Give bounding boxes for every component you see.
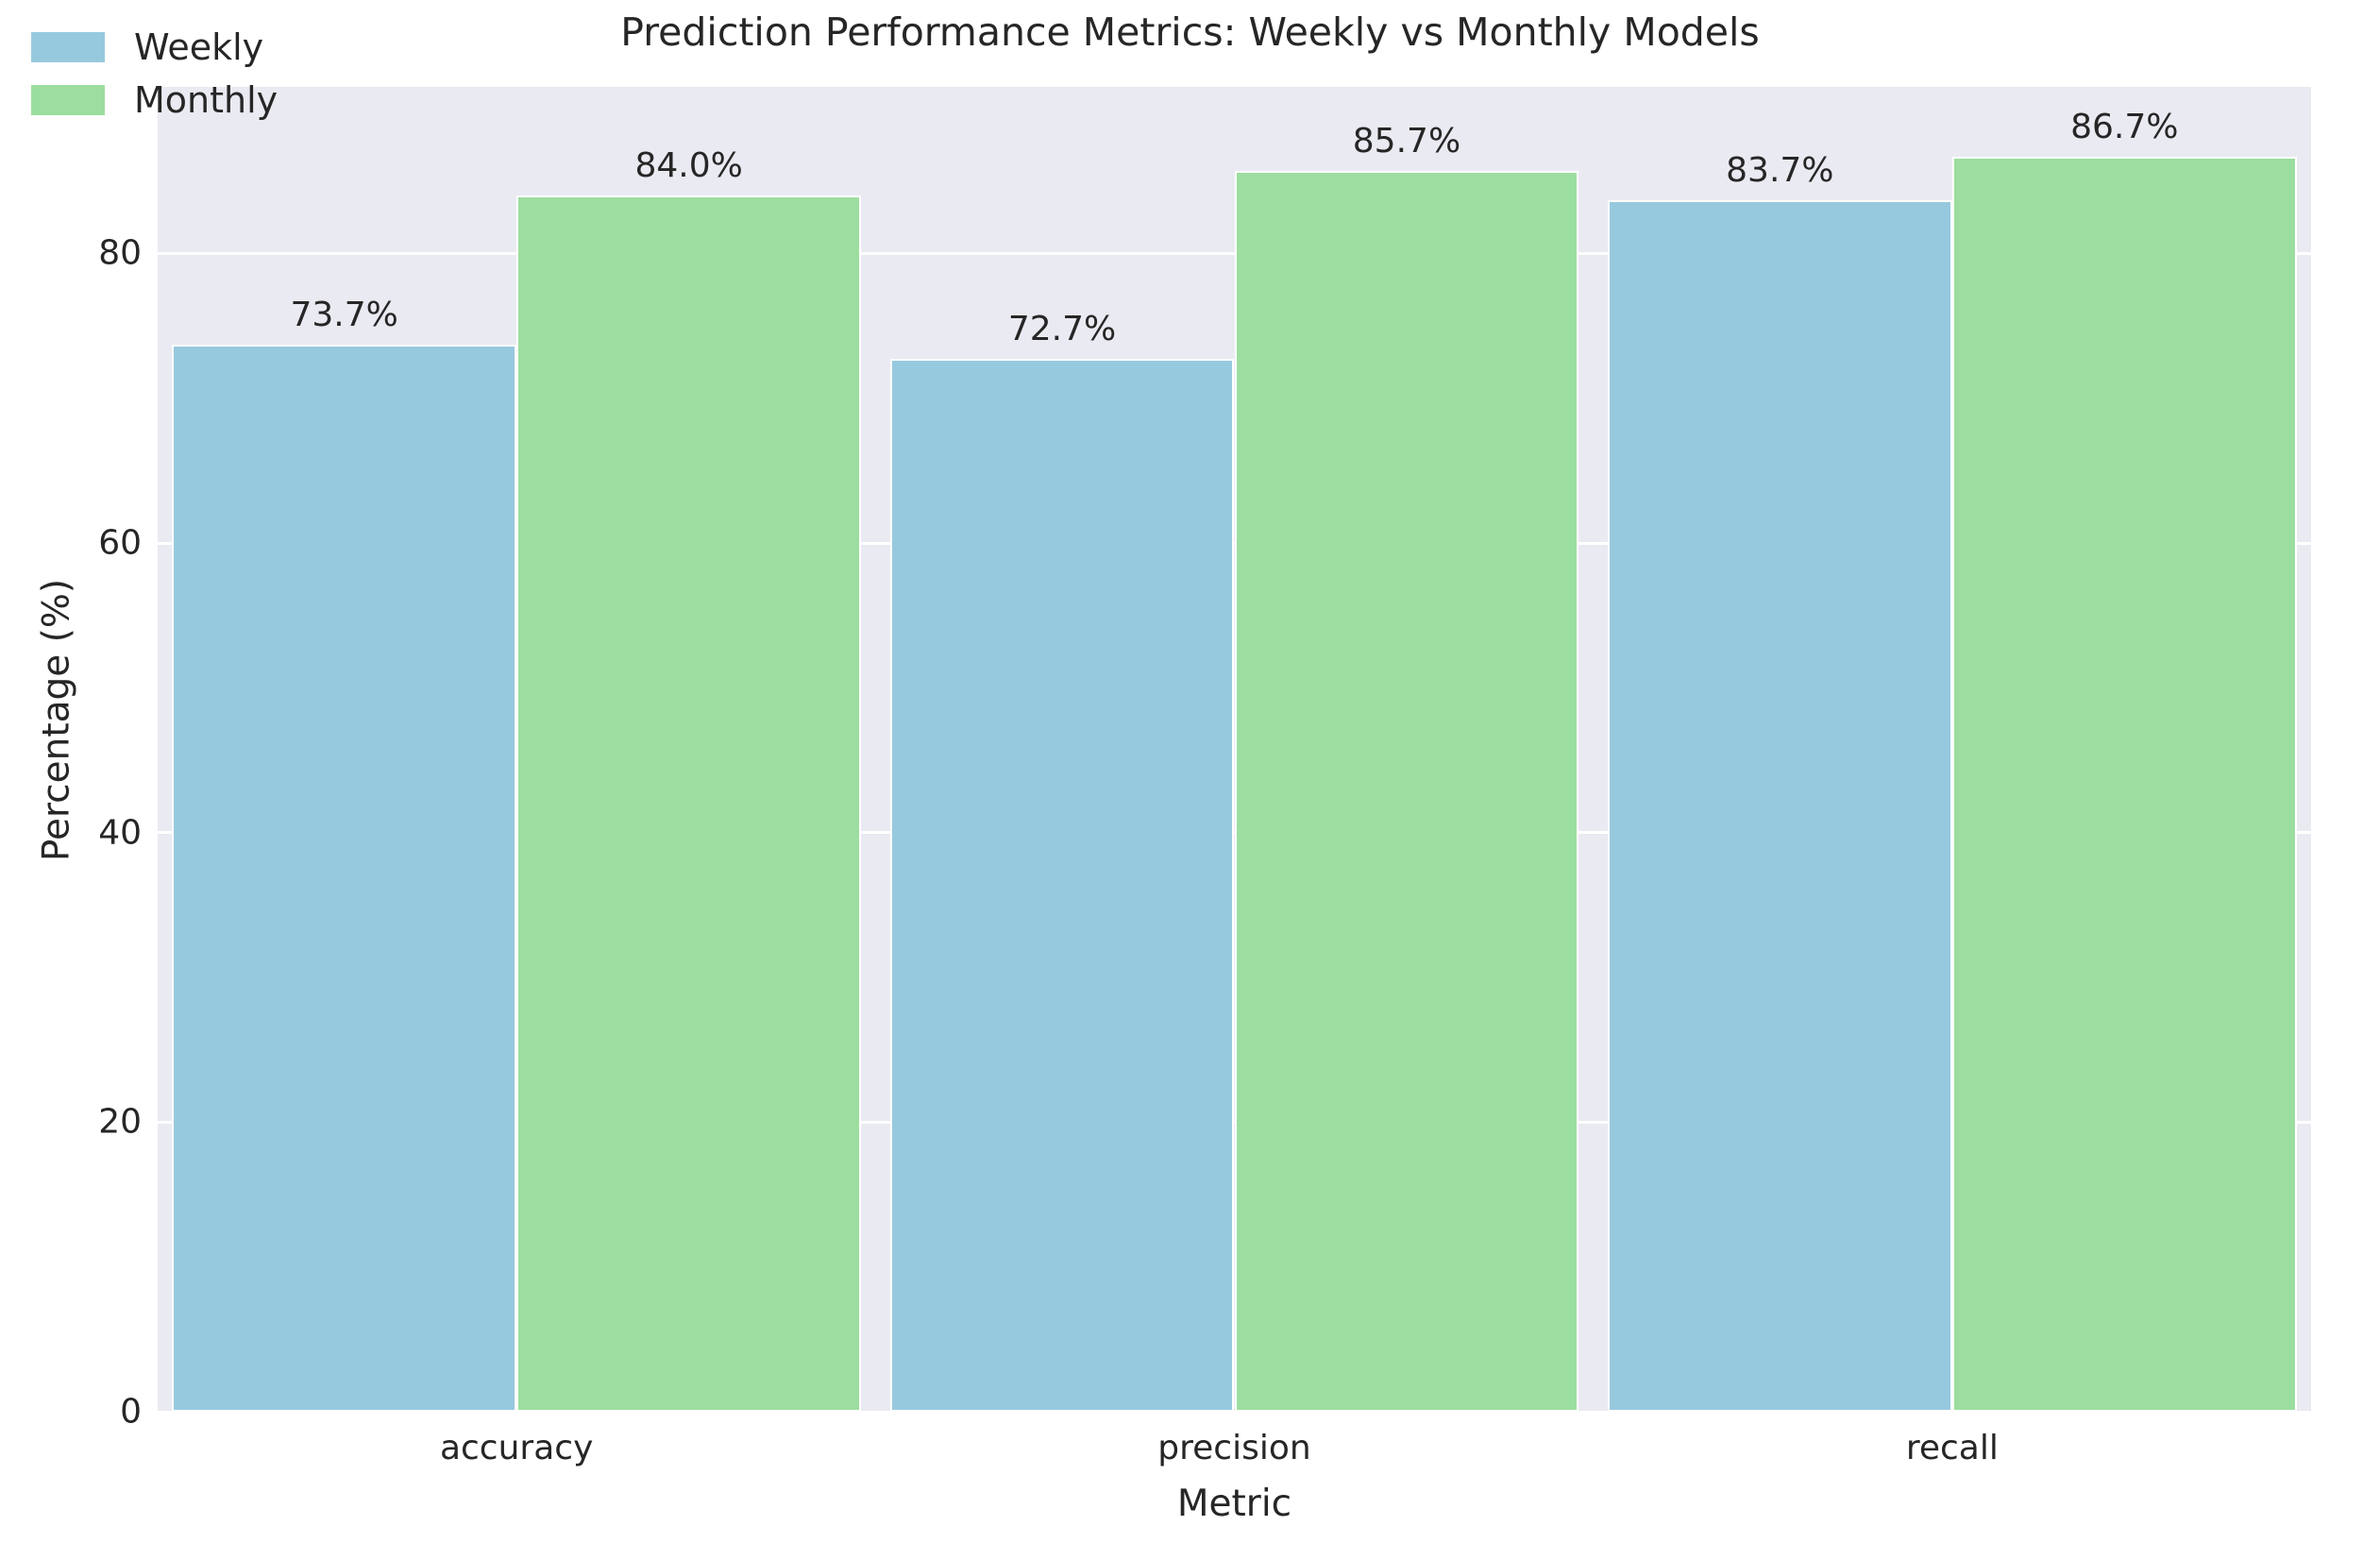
bar-value-label-precision-weekly: 72.7% bbox=[1007, 310, 1117, 349]
bar-precision-weekly bbox=[889, 359, 1235, 1412]
plot-inner bbox=[158, 87, 2311, 1412]
x-tick-label-precision: precision bbox=[1157, 1429, 1311, 1467]
x-tick-label-recall: recall bbox=[1905, 1429, 1999, 1467]
y-axis-label: Percentage (%) bbox=[35, 578, 78, 862]
bar-accuracy-monthly bbox=[516, 195, 862, 1412]
chart-title: Prediction Performance Metrics: Weekly v… bbox=[620, 9, 1760, 55]
bar-value-label-accuracy-monthly: 84.0% bbox=[634, 146, 743, 185]
chart-figure: Prediction Performance Metrics: Weekly v… bbox=[0, 0, 2380, 1543]
y-tick-label: 80 bbox=[98, 233, 142, 273]
bar-value-label-accuracy-weekly: 73.7% bbox=[290, 295, 398, 334]
legend-swatch-icon-weekly bbox=[28, 29, 108, 65]
bar-precision-monthly bbox=[1234, 170, 1579, 1412]
chart-legend: Weekly Monthly bbox=[28, 21, 278, 127]
y-tick-label: 0 bbox=[120, 1392, 142, 1432]
legend-label-weekly: Weekly bbox=[134, 26, 264, 68]
bar-recall-monthly bbox=[1951, 156, 2297, 1412]
x-axis-label: Metric bbox=[1176, 1483, 1292, 1525]
bar-recall-weekly bbox=[1607, 199, 1952, 1412]
legend-item-weekly: Weekly bbox=[28, 21, 278, 74]
bar-value-label-recall-weekly: 83.7% bbox=[1726, 150, 1834, 190]
bar-accuracy-weekly bbox=[172, 344, 517, 1412]
plot-area bbox=[158, 87, 2311, 1412]
x-tick-label-accuracy: accuracy bbox=[439, 1429, 594, 1467]
y-tick-label: 20 bbox=[98, 1102, 142, 1142]
legend-swatch-icon-monthly bbox=[28, 82, 108, 118]
bar-value-label-precision-monthly: 85.7% bbox=[1352, 121, 1461, 161]
legend-item-monthly: Monthly bbox=[28, 74, 278, 127]
legend-label-monthly: Monthly bbox=[134, 79, 279, 121]
bar-value-label-recall-monthly: 86.7% bbox=[2070, 107, 2179, 146]
